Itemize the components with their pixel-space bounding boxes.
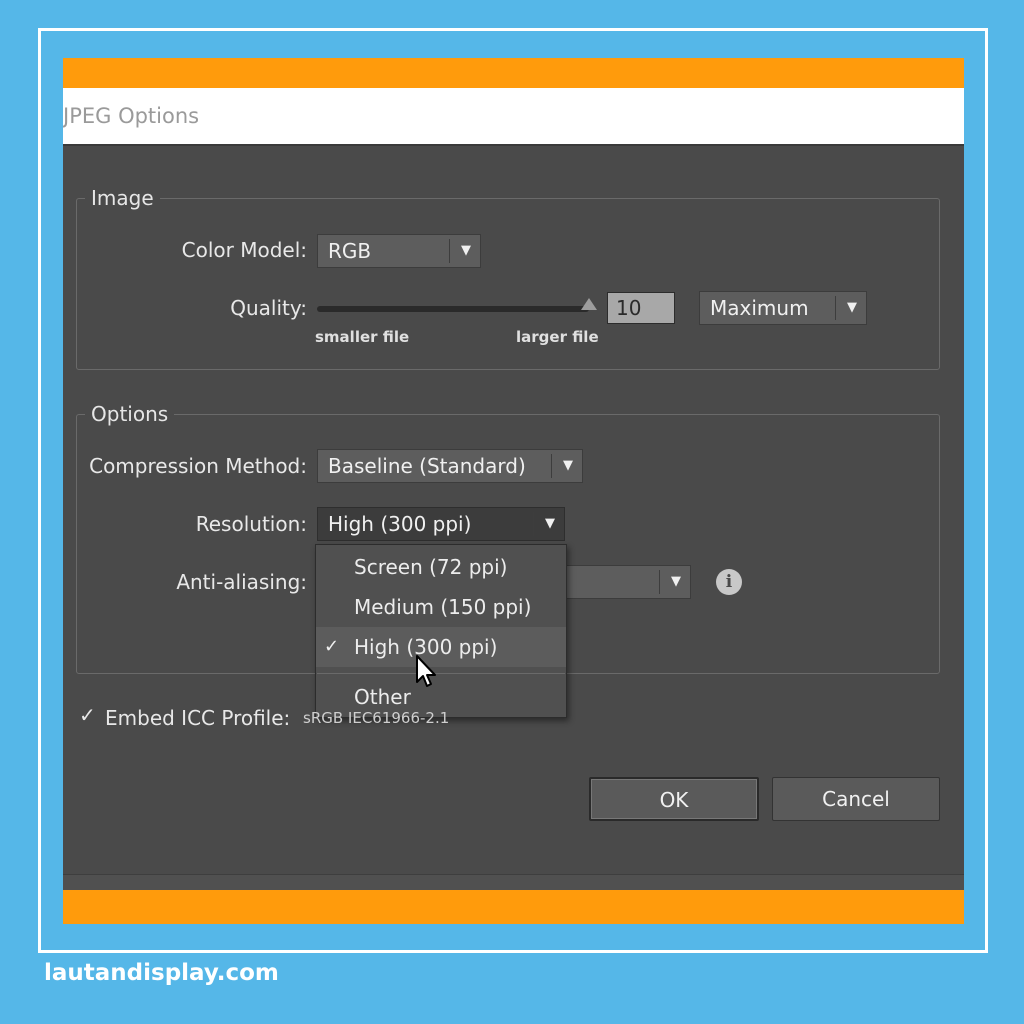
chevron-down-icon: ▼ bbox=[563, 458, 573, 473]
larger-file-label: larger file bbox=[516, 328, 599, 346]
anti-aliasing-label: Anti-aliasing: bbox=[176, 570, 307, 594]
dropdown-separator bbox=[659, 570, 660, 594]
chevron-down-icon: ▼ bbox=[545, 516, 555, 531]
quality-value-input[interactable]: 10 bbox=[607, 292, 675, 324]
resolution-menu: Screen (72 ppi) Medium (150 ppi) ✓ High … bbox=[315, 544, 567, 718]
chevron-down-icon: ▼ bbox=[461, 243, 471, 258]
site-footer[interactable]: lautandisplay.com bbox=[44, 960, 279, 986]
menu-separator bbox=[317, 673, 565, 674]
compression-method-value: Baseline (Standard) bbox=[328, 454, 526, 478]
title-divider bbox=[63, 144, 964, 146]
menu-item-label: Screen (72 ppi) bbox=[354, 555, 508, 579]
dropdown-separator bbox=[449, 239, 450, 263]
top-accent-bar bbox=[63, 58, 964, 88]
quality-label: Quality: bbox=[230, 296, 307, 320]
dialog-bottom-strip bbox=[63, 874, 964, 890]
menu-item-medium[interactable]: Medium (150 ppi) bbox=[316, 587, 566, 627]
image-group bbox=[76, 198, 940, 370]
ok-button[interactable]: OK bbox=[589, 777, 759, 821]
icc-profile-value: sRGB IEC61966-2.1 bbox=[303, 709, 450, 727]
resolution-dropdown[interactable]: High (300 ppi) ▼ bbox=[317, 507, 565, 541]
options-group-legend: Options bbox=[85, 402, 175, 426]
resolution-value: High (300 ppi) bbox=[328, 512, 472, 536]
embed-icc-label: Embed ICC Profile: bbox=[105, 706, 291, 730]
compression-method-label: Compression Method: bbox=[89, 454, 307, 478]
quality-slider-thumb[interactable] bbox=[581, 298, 597, 310]
dropdown-separator bbox=[551, 454, 552, 478]
resolution-label: Resolution: bbox=[195, 512, 307, 536]
menu-item-label: Medium (150 ppi) bbox=[354, 595, 532, 619]
quality-slider-track[interactable] bbox=[317, 306, 589, 312]
color-model-label: Color Model: bbox=[181, 238, 307, 262]
mouse-pointer-icon bbox=[416, 655, 436, 687]
dropdown-separator bbox=[835, 296, 836, 320]
dialog-title: JPEG Options bbox=[63, 104, 200, 128]
menu-item-screen[interactable]: Screen (72 ppi) bbox=[316, 547, 566, 587]
smaller-file-label: smaller file bbox=[315, 328, 410, 346]
chevron-down-icon: ▼ bbox=[671, 574, 681, 589]
cancel-button[interactable]: Cancel bbox=[772, 777, 940, 821]
dialog-screenshot: JPEG Options Image Color Model: RGB ▼ Qu… bbox=[63, 58, 964, 924]
embed-icc-checkbox[interactable]: ✓ bbox=[79, 703, 96, 727]
title-bar: JPEG Options bbox=[63, 88, 964, 144]
quality-preset-dropdown[interactable]: Maximum ▼ bbox=[699, 291, 867, 325]
image-group-legend: Image bbox=[85, 186, 160, 210]
bottom-accent-bar bbox=[63, 890, 964, 924]
compression-method-dropdown[interactable]: Baseline (Standard) ▼ bbox=[317, 449, 583, 483]
menu-item-high[interactable]: ✓ High (300 ppi) bbox=[316, 627, 566, 667]
color-model-dropdown[interactable]: RGB ▼ bbox=[317, 234, 481, 268]
chevron-down-icon: ▼ bbox=[847, 300, 857, 315]
info-icon[interactable]: i bbox=[716, 569, 742, 595]
color-model-value: RGB bbox=[328, 239, 372, 263]
quality-preset-value: Maximum bbox=[710, 296, 809, 320]
menu-item-label: Other bbox=[354, 685, 411, 709]
checkmark-icon: ✓ bbox=[324, 636, 340, 657]
dropdown-separator bbox=[533, 512, 534, 536]
